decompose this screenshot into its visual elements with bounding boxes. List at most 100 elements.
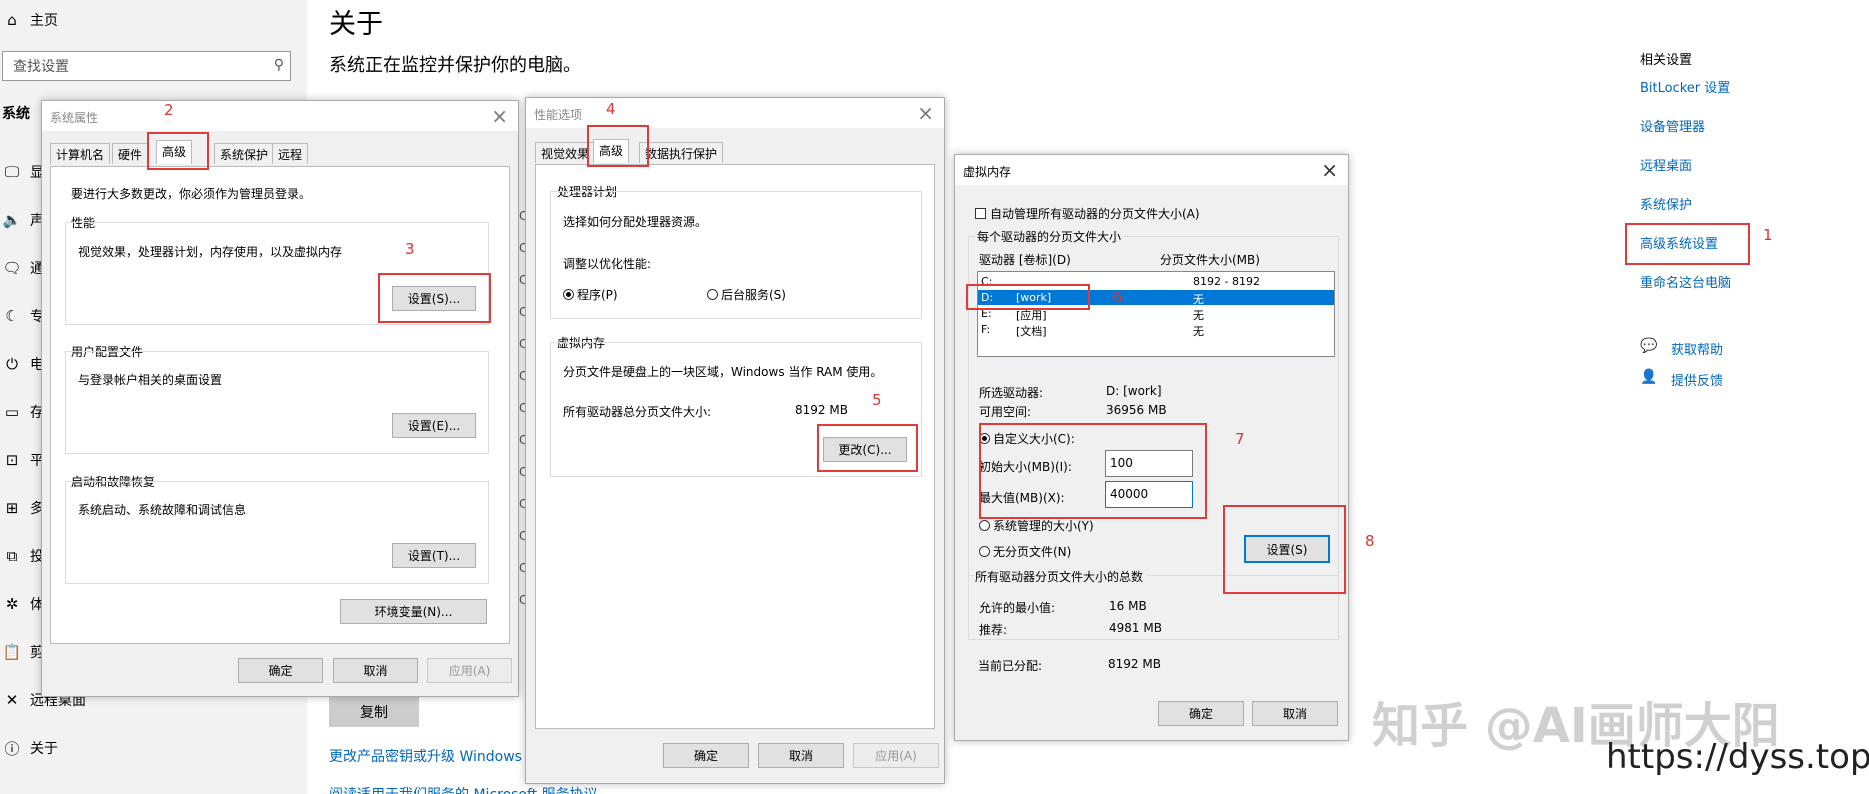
- tab-panel: 要进行大多数更改，你必须作为管理员登录。 性能 视觉效果，处理器计划，内存使用，…: [50, 166, 510, 644]
- annotation-box: [966, 284, 1090, 310]
- profile-group: 与登录帐户相关的桌面设置 设置(E)...: [65, 351, 489, 454]
- dialog-title: 虚拟内存: [963, 165, 1012, 179]
- size-column-header: 分页文件大小(MB): [1160, 253, 1260, 267]
- sidebar-item-tablet[interactable]: ⊡ 平: [2, 448, 44, 472]
- terms-link[interactable]: 阅读适用于我们服务的 Microsoft 服务协议: [329, 784, 598, 794]
- tab-bar: 视觉效果 高级 数据执行保护: [535, 139, 935, 166]
- related-settings-heading: 相关设置: [1640, 53, 1693, 68]
- feedback-link[interactable]: 提供反馈: [1671, 370, 1723, 389]
- remote-icon: ✕: [5, 691, 19, 709]
- auto-manage-checkbox[interactable]: 自动管理所有驱动器的分页文件大小(A): [975, 205, 1200, 222]
- bitlocker-link[interactable]: BitLocker 设置: [1640, 77, 1730, 96]
- moon-icon: ☾: [5, 307, 19, 325]
- sidebar-section-title: 系统: [2, 106, 30, 122]
- profile-settings-button[interactable]: 设置(E)...: [392, 413, 476, 438]
- sidebar-item-sound[interactable]: 🔈 声: [2, 208, 44, 232]
- annotation-number: 7: [1235, 430, 1245, 448]
- recommended-label: 推荐:: [979, 623, 1008, 637]
- rename-pc-link[interactable]: 重命名这台电脑: [1640, 272, 1731, 291]
- power-icon: ⏻: [6, 355, 18, 373]
- dialog-titlebar: [42, 101, 518, 131]
- scheduling-group: 选择如何分配处理器资源。 调整以优化性能: 程序(P) 后台服务(S): [550, 191, 922, 319]
- tab-advanced[interactable]: 高级: [593, 139, 630, 163]
- tab-dep[interactable]: 数据执行保护: [639, 142, 724, 163]
- sidebar-item-projecting[interactable]: ⧉ 投: [2, 544, 44, 568]
- close-icon[interactable]: ×: [917, 101, 934, 125]
- current-allocated-label: 当前已分配:: [978, 659, 1043, 673]
- sidebar-item-focus[interactable]: ☾ 专: [2, 304, 44, 328]
- tab-advanced[interactable]: 高级: [156, 140, 193, 164]
- close-icon[interactable]: ×: [1321, 158, 1338, 182]
- watermark-url: https://dyss.top: [1606, 737, 1869, 777]
- feedback-icon: 👤: [1640, 369, 1658, 385]
- selected-drive-label: 所选驱动器:: [979, 386, 1044, 400]
- sidebar-item-multitasking[interactable]: ⊞ 多: [2, 496, 44, 520]
- startup-settings-button[interactable]: 设置(T)...: [392, 543, 476, 568]
- tab-visual-effects[interactable]: 视觉效果: [535, 142, 596, 163]
- programs-radio[interactable]: 程序(P): [563, 286, 618, 303]
- annotation-number: 2: [164, 101, 174, 119]
- services-radio[interactable]: 后台服务(S): [707, 286, 786, 303]
- annotation-number: 1: [1763, 226, 1773, 244]
- profile-desc: 与登录帐户相关的桌面设置: [78, 373, 223, 387]
- close-icon[interactable]: ×: [491, 104, 508, 128]
- apply-button[interactable]: 应用(A): [427, 658, 512, 683]
- system-protection-link[interactable]: 系统保护: [1640, 194, 1692, 213]
- multitask-icon: ⊞: [5, 499, 19, 517]
- device-manager-link[interactable]: 设备管理器: [1640, 116, 1705, 135]
- drive-row-f[interactable]: F: [文档] 无: [978, 322, 1334, 338]
- environment-variables-button[interactable]: 环境变量(N)...: [340, 599, 487, 624]
- annotation-number: 8: [1365, 532, 1375, 550]
- admin-note: 要进行大多数更改，你必须作为管理员登录。: [71, 187, 312, 201]
- annotation-number: 4: [606, 100, 616, 118]
- ok-button[interactable]: 确定: [663, 743, 749, 768]
- cancel-button[interactable]: 取消: [1252, 701, 1338, 726]
- monitor-icon: 🖵: [4, 163, 20, 181]
- search-placeholder: 查找设置: [13, 59, 69, 75]
- sidebar-home[interactable]: ⌂ 主页: [2, 8, 58, 32]
- annotation-box: [1223, 505, 1346, 594]
- sidebar-item-storage[interactable]: ▭ 存: [2, 400, 44, 424]
- tab-system-protection[interactable]: 系统保护: [214, 143, 275, 164]
- tab-computer-name[interactable]: 计算机名: [50, 143, 111, 164]
- storage-icon: ▭: [4, 403, 20, 421]
- copy-button[interactable]: 复制: [329, 697, 419, 727]
- system-properties-dialog: 系统属性 × 计算机名 硬件 高级 系统保护 远程 要进行大多数更改，你必须作为…: [41, 100, 519, 697]
- upgrade-link[interactable]: 更改产品密钥或升级 Windows: [329, 746, 522, 766]
- startup-desc: 系统启动、系统故障和调试信息: [78, 503, 247, 517]
- home-icon: ⌂: [7, 11, 17, 29]
- get-help-link[interactable]: 获取帮助: [1671, 339, 1723, 358]
- recommended-value: 4981 MB: [1109, 621, 1162, 635]
- cancel-button[interactable]: 取消: [758, 743, 844, 768]
- search-icon: ⚲: [273, 57, 284, 73]
- min-allowed-label: 允许的最小值:: [979, 601, 1056, 615]
- startup-group: 系统启动、系统故障和调试信息 设置(T)...: [65, 481, 489, 584]
- ok-button[interactable]: 确定: [238, 658, 323, 683]
- sidebar-item-power[interactable]: ⏻ 电: [2, 352, 44, 376]
- sidebar-item-display[interactable]: 🖵 显: [2, 160, 44, 184]
- no-paging-radio[interactable]: 无分页文件(N): [979, 543, 1071, 560]
- sidebar-item-clipboard[interactable]: 📋 剪: [2, 640, 44, 664]
- page-title: 关于: [329, 9, 383, 40]
- selected-drive-value: D: [work]: [1106, 384, 1162, 398]
- apply-button[interactable]: 应用(A): [853, 743, 939, 768]
- sidebar-item-shared[interactable]: ✲ 体: [2, 592, 44, 616]
- remote-desktop-link[interactable]: 远程桌面: [1640, 155, 1692, 174]
- annotation-box: [378, 273, 491, 323]
- cancel-button[interactable]: 取消: [333, 658, 418, 683]
- project-icon: ⧉: [6, 547, 18, 565]
- ok-button[interactable]: 确定: [1158, 701, 1244, 726]
- sidebar-item-notifications[interactable]: 🗨 通: [2, 256, 44, 280]
- sidebar-item-about[interactable]: ⓘ 关于: [2, 736, 58, 760]
- search-input[interactable]: 查找设置 ⚲: [2, 51, 291, 81]
- system-managed-radio[interactable]: 系统管理的大小(Y): [979, 517, 1094, 534]
- tab-hardware[interactable]: 硬件: [112, 143, 149, 164]
- annotation-box: [979, 423, 1207, 519]
- tab-remote[interactable]: 远程: [272, 143, 309, 164]
- per-drive-label: 每个驱动器的分页文件大小: [975, 228, 1124, 245]
- radio-icon: [979, 520, 990, 531]
- tablet-icon: ⊡: [5, 451, 19, 469]
- annotation-box: [1625, 223, 1750, 265]
- message-icon: 🗨: [2, 259, 22, 277]
- info-icon: ⓘ: [4, 739, 20, 758]
